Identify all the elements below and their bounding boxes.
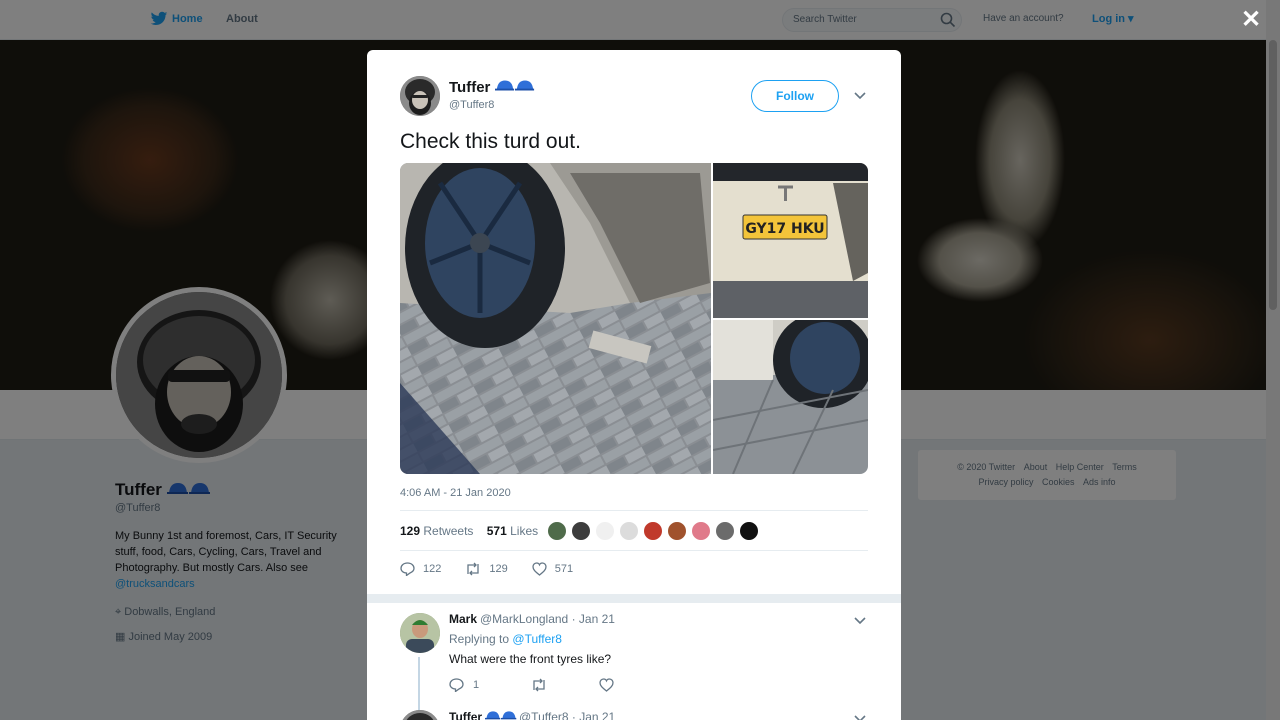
tweet-timestamp[interactable]: 4:06 AM - 21 Jan 2020 (400, 487, 511, 499)
tweet-actions: 122 129 571 (400, 562, 573, 576)
follow-button[interactable]: Follow (751, 80, 839, 112)
like-action[interactable]: 571 (532, 562, 573, 576)
retweets-label[interactable]: Retweets (423, 524, 473, 538)
retweets-count[interactable]: 129 (400, 524, 420, 538)
reply-author-handle[interactable]: @Tuffer8 · Jan 21 (519, 710, 615, 720)
author-handle[interactable]: @Tuffer8 (449, 99, 494, 111)
retweet-count: 129 (489, 563, 508, 575)
author-name[interactable]: Tuffer (449, 79, 490, 96)
liker-avatar[interactable] (595, 521, 615, 541)
tweet-text: Check this turd out. (400, 130, 581, 153)
blue-cap-emoji-icon (495, 80, 535, 91)
chevron-down-icon[interactable] (854, 715, 866, 720)
heart-icon[interactable] (599, 678, 614, 692)
retweet-icon[interactable] (531, 678, 547, 692)
reply-action[interactable]: 122 (400, 562, 441, 576)
reply-reply-count: 1 (473, 679, 480, 691)
reply-author-handle[interactable]: @MarkLongland · Jan 21 (480, 612, 615, 626)
tweet-modal: Tuffer @Tuffer8 Follow Check this turd o… (367, 50, 901, 720)
thread-line (418, 657, 420, 717)
liker-avatar[interactable] (667, 521, 687, 541)
plate-text: GY17 HKU (745, 221, 824, 237)
tweet-stats: 129 Retweets 571 Likes (400, 524, 538, 538)
close-icon[interactable]: ✕ (1241, 8, 1261, 32)
reply-count: 122 (423, 563, 442, 575)
liker-avatar[interactable] (739, 521, 759, 541)
liker-avatar[interactable] (619, 521, 639, 541)
replying-to: Replying to @Tuffer8 (449, 632, 562, 646)
reply-icon (400, 562, 415, 576)
helmet-portrait-image (400, 76, 440, 116)
replying-to-link[interactable]: @Tuffer8 (512, 632, 562, 646)
blue-cap-emoji-icon (485, 711, 517, 720)
like-count: 571 (554, 563, 574, 575)
divider (367, 594, 901, 603)
tweet-photo-rear-wheel[interactable] (713, 320, 868, 474)
reply-tweet[interactable]: Mark @MarkLongland · Jan 21 Replying to … (367, 603, 901, 720)
rear-wheel-photo-image (713, 320, 868, 474)
chevron-down-icon[interactable] (854, 92, 866, 100)
wheel-photo-image (400, 163, 711, 474)
number-plate-photo-image: GY17 HKU (713, 163, 868, 318)
liker-avatar[interactable] (643, 521, 663, 541)
tweet-photo-plate[interactable]: GY17 HKU (713, 163, 868, 318)
tweet-photo-wheel[interactable] (400, 163, 711, 474)
author-avatar[interactable] (400, 76, 440, 116)
liker-avatars (547, 521, 759, 541)
retweet-icon (467, 562, 480, 576)
retweet-action[interactable]: 129 (465, 562, 508, 576)
reply-actions: 1 (449, 678, 614, 692)
liker-avatar[interactable] (691, 521, 711, 541)
divider (400, 550, 868, 551)
likes-count[interactable]: 571 (487, 524, 507, 538)
reply-text: What were the front tyres like? (449, 652, 612, 666)
reply-avatar-image (400, 613, 440, 653)
heart-icon (532, 562, 547, 576)
liker-avatar[interactable] (547, 521, 567, 541)
tweet-media-grid: GY17 HKU (400, 163, 868, 474)
liker-avatar[interactable] (571, 521, 591, 541)
chevron-down-icon[interactable] (854, 617, 866, 625)
reply-icon[interactable] (449, 678, 464, 692)
liker-avatar[interactable] (715, 521, 735, 541)
reply-author-name[interactable]: Tuffer (449, 710, 482, 720)
divider (400, 510, 868, 511)
reply-avatar[interactable] (400, 613, 440, 653)
likes-label[interactable]: Likes (510, 524, 538, 538)
reply-author-name[interactable]: Mark (449, 612, 477, 626)
replying-prefix: Replying to (449, 632, 510, 646)
